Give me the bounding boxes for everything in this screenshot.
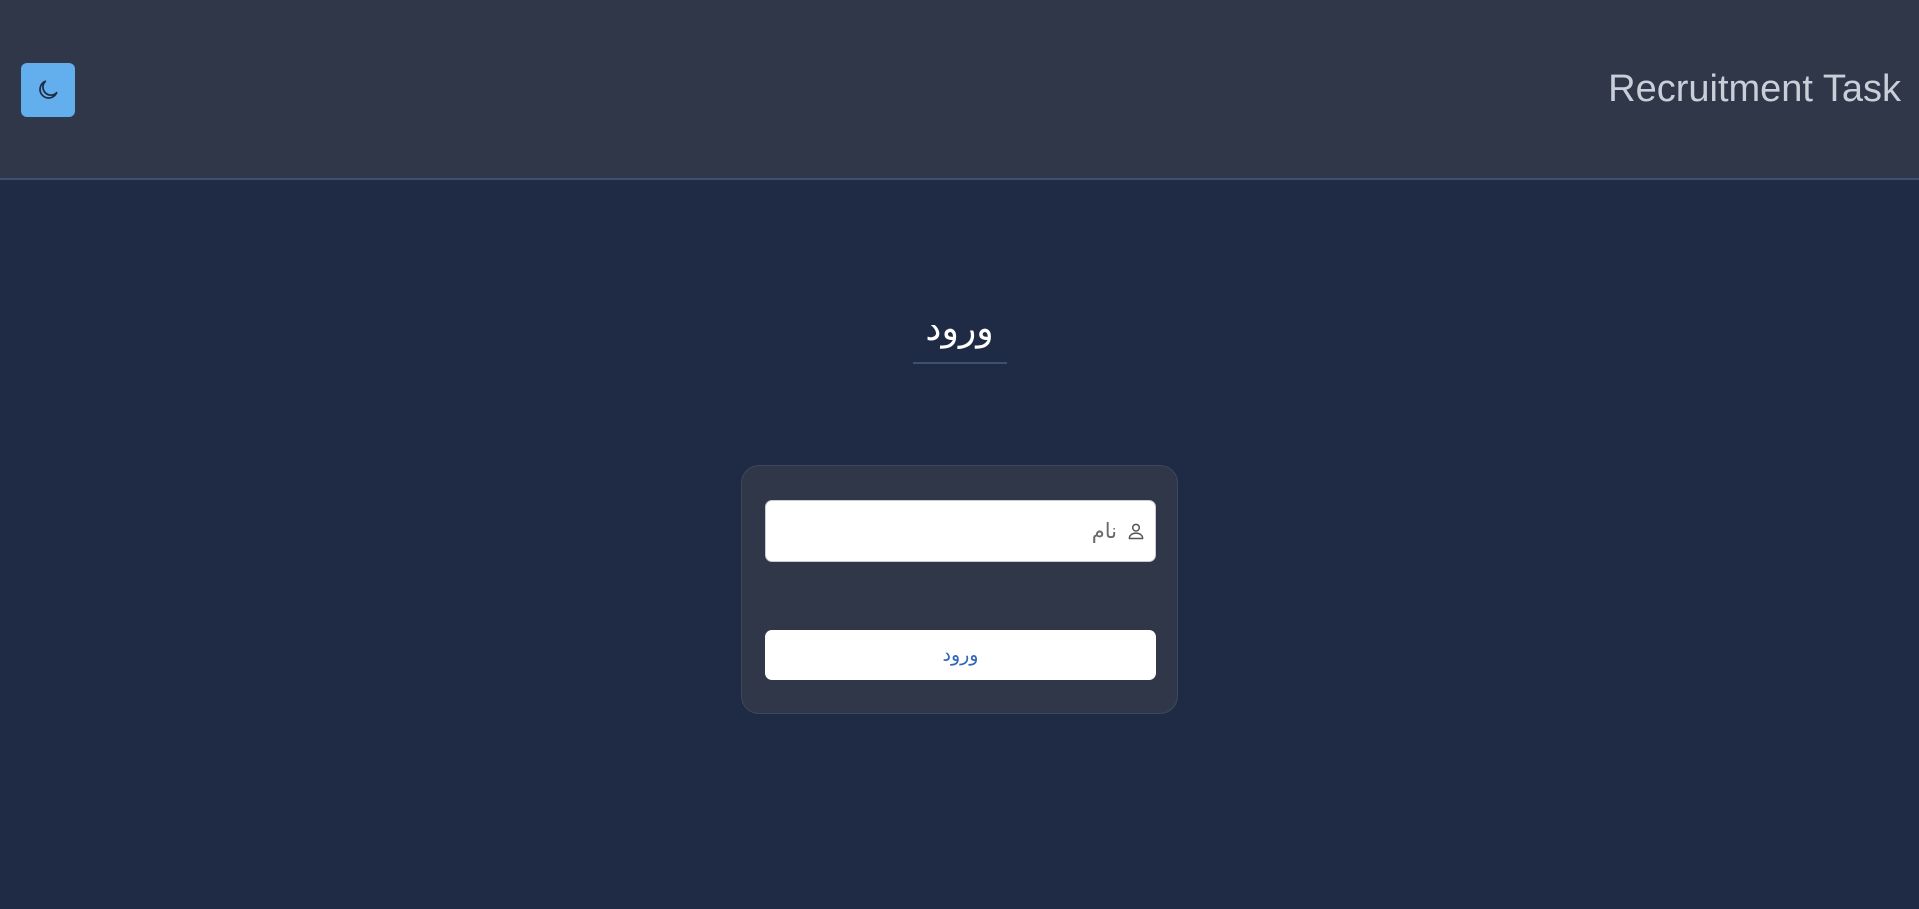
user-icon xyxy=(1125,520,1147,542)
app-title: Recruitment Task xyxy=(1608,68,1901,110)
heading-underline xyxy=(913,362,1007,364)
theme-toggle-button[interactable] xyxy=(21,63,75,117)
name-input[interactable] xyxy=(766,500,1125,562)
name-field[interactable] xyxy=(765,500,1156,562)
app-header: Recruitment Task xyxy=(0,0,1919,180)
moon-icon xyxy=(39,80,58,99)
login-button[interactable]: ورود xyxy=(765,630,1156,680)
page-title: ورود xyxy=(925,308,994,349)
main-content: ورود ورود xyxy=(0,182,1919,909)
login-form: ورود xyxy=(741,465,1178,714)
